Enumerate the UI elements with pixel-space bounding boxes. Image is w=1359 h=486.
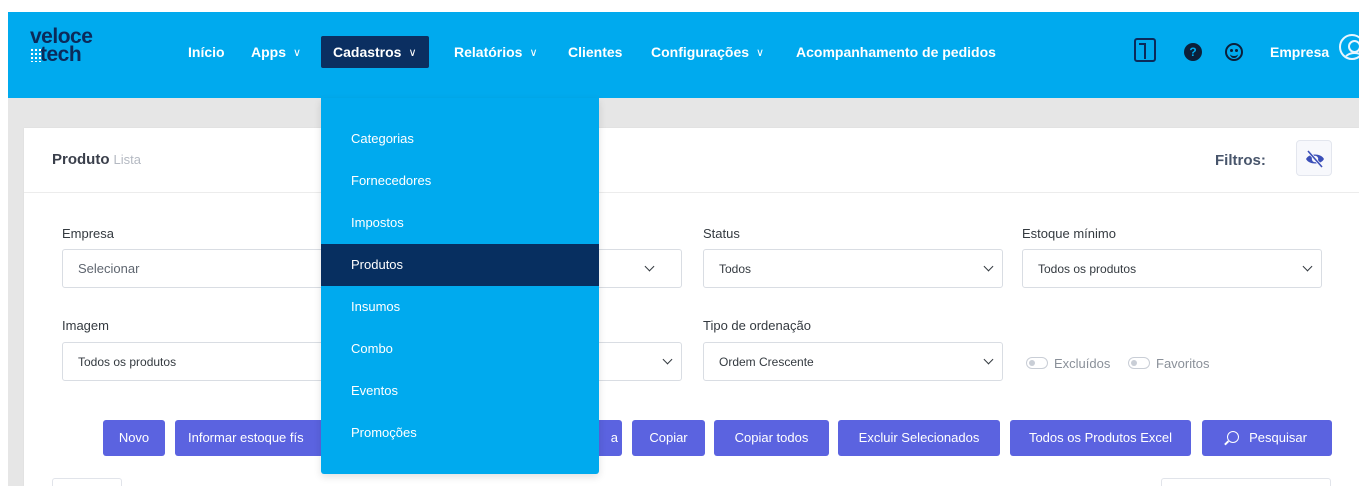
nav-configuracoes[interactable]: Configurações ∨	[651, 36, 764, 68]
menu-item-produtos[interactable]: Produtos	[321, 244, 599, 286]
favoritos-label: Favoritos	[1156, 356, 1210, 371]
menu-item-categorias[interactable]: Categorias	[321, 118, 599, 160]
empresa-select[interactable]: Selecionar	[62, 249, 362, 288]
nav-clientes[interactable]: Clientes	[568, 36, 622, 68]
excluir-selecionados-button[interactable]: Excluir Selecionados	[838, 420, 1000, 456]
status-select[interactable]: Todos	[703, 249, 1003, 288]
brand-dots-icon	[30, 48, 42, 62]
page-title: Produto Lista	[52, 151, 141, 168]
copiar-button[interactable]: Copiar	[632, 420, 705, 456]
chevron-down-icon: ∨	[408, 47, 417, 59]
empresa-placeholder: Selecionar	[78, 261, 140, 276]
nav-inicio[interactable]: Início	[188, 36, 225, 68]
excluidos-label: Excluídos	[1054, 356, 1111, 371]
favoritos-toggle[interactable]	[1128, 357, 1150, 369]
status-label: Status	[703, 226, 740, 241]
excluidos-toggle[interactable]	[1026, 357, 1048, 369]
account-label[interactable]: Empresa	[1270, 36, 1329, 68]
top-navbar: veloce tech Início Apps ∨ Cadastros ∨ Rela…	[8, 12, 1359, 98]
filters-label: Filtros:	[1215, 152, 1266, 169]
empresa-label: Empresa	[62, 226, 115, 241]
todos-produtos-excel-button[interactable]: Todos os Produtos Excel	[1010, 420, 1191, 456]
eye-slash-icon	[1306, 150, 1324, 168]
menu-item-promocoes[interactable]: Promoções	[321, 412, 599, 454]
menu-item-eventos[interactable]: Eventos	[321, 370, 599, 412]
page: veloce tech Início Apps ∨ Cadastros ∨ Rela…	[0, 0, 1359, 486]
chevron-down-icon: ∨	[293, 47, 302, 59]
chevron-down-icon: ∨	[756, 47, 765, 59]
chevron-down-icon	[662, 354, 673, 365]
chevron-down-icon	[1302, 261, 1313, 272]
help-icon[interactable]: ?	[1184, 43, 1202, 61]
smile-icon[interactable]	[1225, 43, 1243, 61]
toggle-filters-button[interactable]	[1296, 140, 1332, 176]
user-avatar-icon[interactable]	[1339, 34, 1359, 60]
copiar-todos-button[interactable]: Copiar todos	[714, 420, 829, 456]
imagem-label: Imagem	[62, 318, 109, 333]
chevron-down-icon	[644, 261, 655, 272]
informar-estoque-button[interactable]: Informar estoque fís	[175, 420, 325, 456]
card-header: Produto Lista Filtros:	[24, 128, 1359, 193]
menu-item-fornecedores[interactable]: Fornecedores	[321, 160, 599, 202]
estoque-minimo-select[interactable]: Todos os produtos	[1022, 249, 1322, 288]
page-subtitle: Lista	[113, 152, 141, 167]
nav-cadastros[interactable]: Cadastros ∨	[321, 36, 429, 68]
table-length-select[interactable]	[52, 478, 122, 486]
menu-item-combo[interactable]: Combo	[321, 328, 599, 370]
chevron-down-icon	[983, 354, 994, 365]
book-icon[interactable]	[1134, 38, 1156, 62]
brand-line2: tech	[40, 43, 82, 66]
table-search-input[interactable]	[1161, 478, 1331, 486]
nav-relatorios[interactable]: Relatórios ∨	[454, 36, 538, 68]
cadastros-dropdown-menu: Categorias Fornecedores Impostos Produto…	[321, 98, 599, 474]
tipo-ordenacao-select[interactable]: Ordem Crescente	[703, 342, 1003, 381]
tipo-ordenacao-label: Tipo de ordenação	[703, 318, 811, 333]
search-icon	[1227, 431, 1240, 443]
menu-item-impostos[interactable]: Impostos	[321, 202, 599, 244]
hidden-action-button[interactable]: a	[595, 420, 622, 456]
estoque-minimo-label: Estoque mínimo	[1022, 226, 1116, 241]
nav-apps[interactable]: Apps ∨	[251, 36, 301, 68]
chevron-down-icon: ∨	[529, 47, 538, 59]
imagem-select[interactable]: Todos os produtos	[62, 342, 362, 381]
pesquisar-button[interactable]: Pesquisar	[1202, 420, 1332, 456]
brand-logo[interactable]: veloce tech	[30, 26, 93, 66]
menu-item-insumos[interactable]: Insumos	[321, 286, 599, 328]
novo-button[interactable]: Novo	[103, 420, 165, 456]
nav-acompanhamento[interactable]: Acompanhamento de pedidos	[796, 36, 996, 68]
chevron-down-icon	[983, 261, 994, 272]
